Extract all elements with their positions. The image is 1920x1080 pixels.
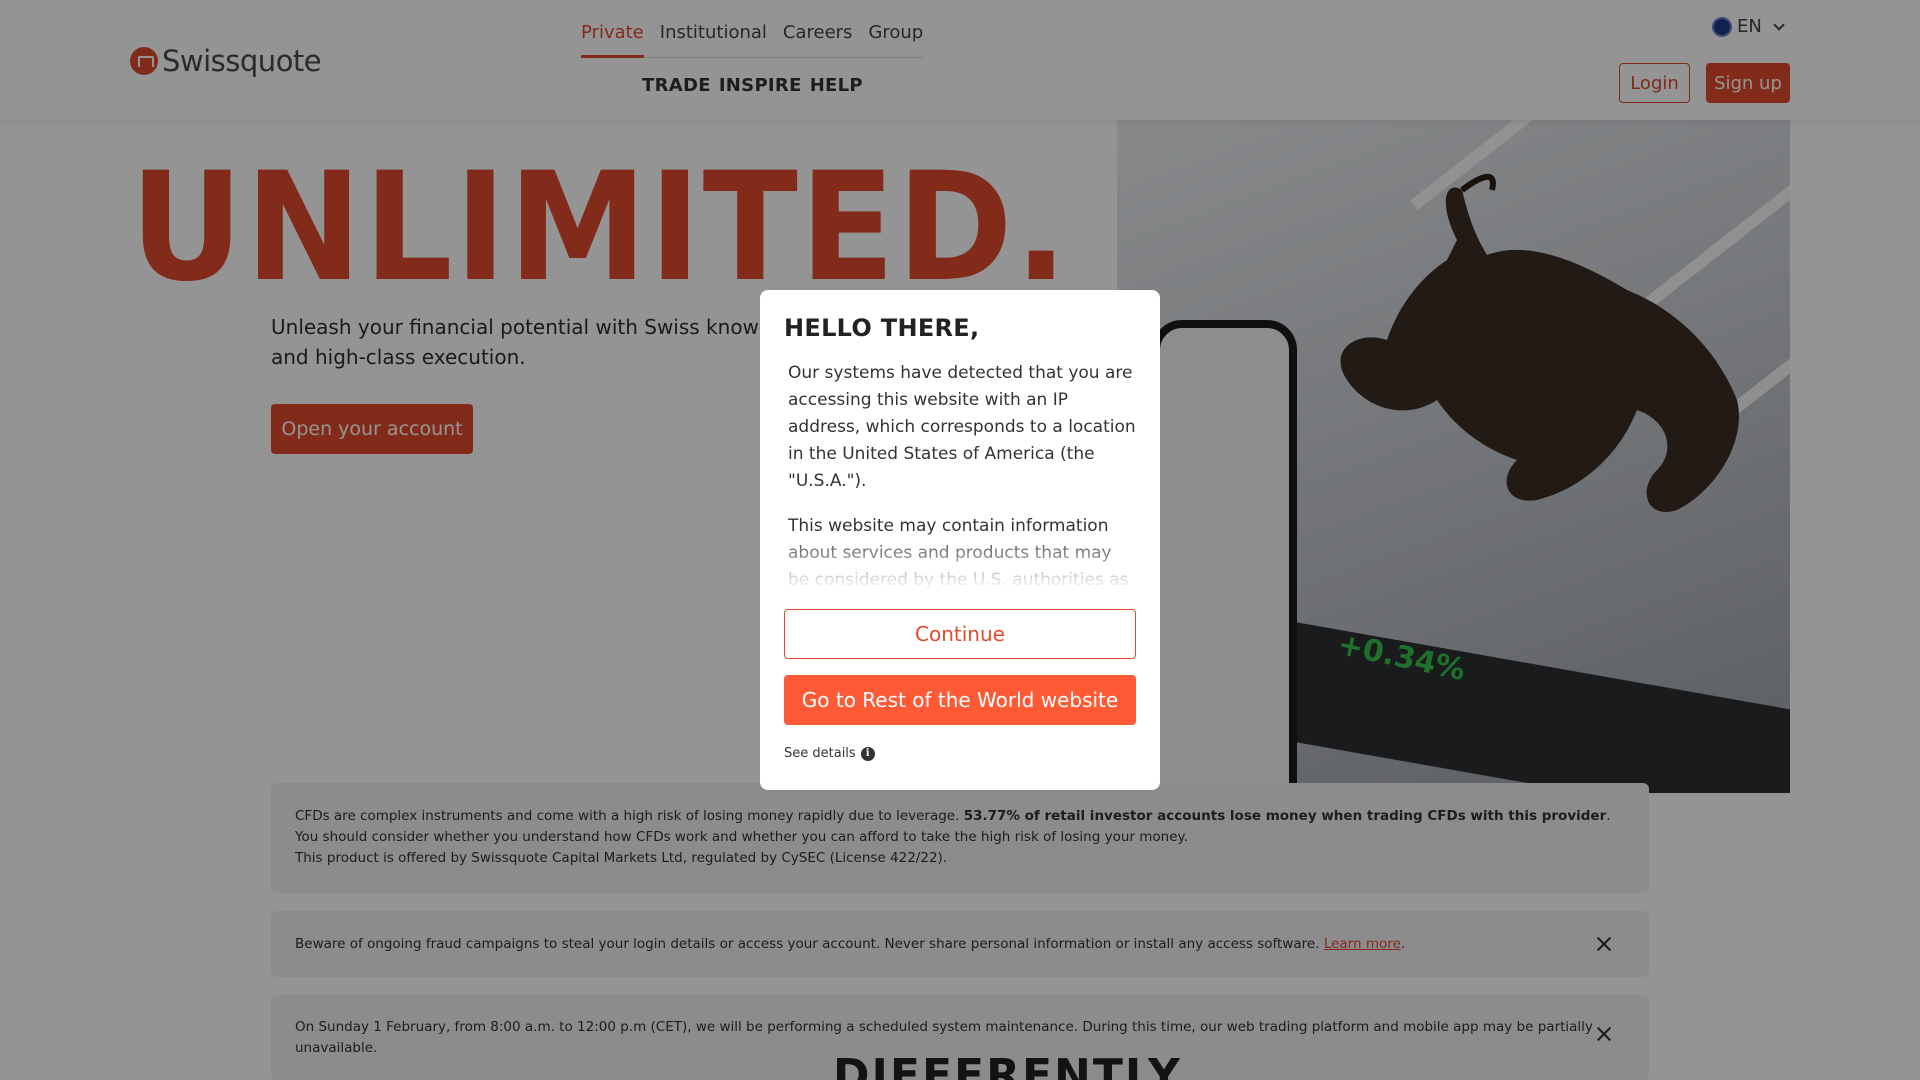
see-details-label: See details [784, 746, 856, 761]
rest-of-world-button[interactable]: Go to Rest of the World website [784, 675, 1136, 725]
modal-title: HELLO THERE, [784, 314, 980, 342]
modal-body[interactable]: Our systems have detected that you are a… [784, 360, 1136, 590]
continue-button[interactable]: Continue [784, 609, 1136, 659]
geo-redirect-modal: HELLO THERE, Our systems have detected t… [760, 290, 1160, 790]
see-details-link[interactable]: See details i [784, 746, 875, 761]
info-icon: i [860, 746, 875, 761]
modal-paragraph: Our systems have detected that you are a… [788, 363, 1136, 491]
